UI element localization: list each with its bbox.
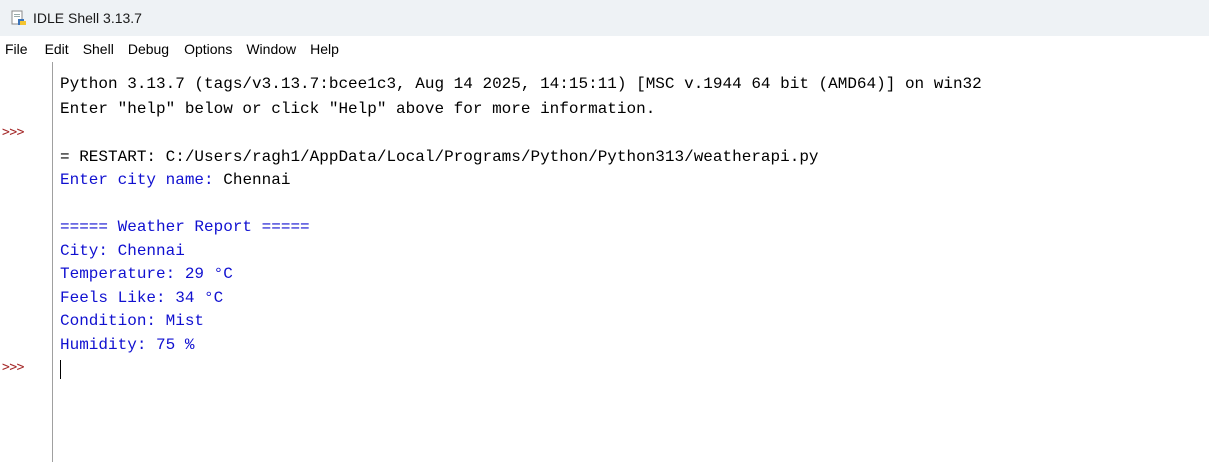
menu-bar: File Edit Shell Debug Options Window Hel… <box>0 36 1209 62</box>
input-line: Enter city name: Chennai <box>60 169 290 191</box>
menu-help[interactable]: Help <box>310 39 339 59</box>
restart-line: = RESTART: C:/Users/ragh1/AppData/Local/… <box>60 148 819 166</box>
idle-shell-window: IDLE Shell 3.13.7 File Edit Shell Debug … <box>0 0 1209 462</box>
prompt-gutter: >>> >>> <box>0 62 53 462</box>
shell-text-area[interactable]: Python 3.13.7 (tags/v3.13.7:bcee1c3, Aug… <box>53 62 1209 462</box>
output-feels-like: Feels Like: 34 °C <box>60 289 224 307</box>
banner-line: Enter "help" below or click "Help" above… <box>60 100 656 118</box>
output-humidity: Humidity: 75 % <box>60 336 195 354</box>
title-bar[interactable]: IDLE Shell 3.13.7 <box>0 0 1209 36</box>
menu-edit[interactable]: Edit <box>45 39 69 59</box>
shell-prompt: >>> <box>2 125 24 140</box>
output-temperature: Temperature: 29 °C <box>60 265 233 283</box>
output-city: City: Chennai <box>60 242 185 260</box>
menu-options[interactable]: Options <box>184 39 232 59</box>
menu-debug[interactable]: Debug <box>128 39 169 59</box>
menu-window[interactable]: Window <box>246 39 296 59</box>
report-header: ===== Weather Report ===== <box>60 218 310 236</box>
menu-file[interactable]: File <box>5 39 28 59</box>
banner-line: Python 3.13.7 (tags/v3.13.7:bcee1c3, Aug… <box>60 75 982 93</box>
text-cursor <box>60 360 61 379</box>
menu-shell[interactable]: Shell <box>83 39 114 59</box>
input-value: Chennai <box>223 171 291 189</box>
python-idle-icon <box>11 10 26 25</box>
window-title: IDLE Shell 3.13.7 <box>33 10 142 26</box>
input-prompt-text: Enter city name: <box>60 171 224 189</box>
output-condition: Condition: Mist <box>60 312 205 330</box>
shell-prompt: >>> <box>2 360 24 375</box>
